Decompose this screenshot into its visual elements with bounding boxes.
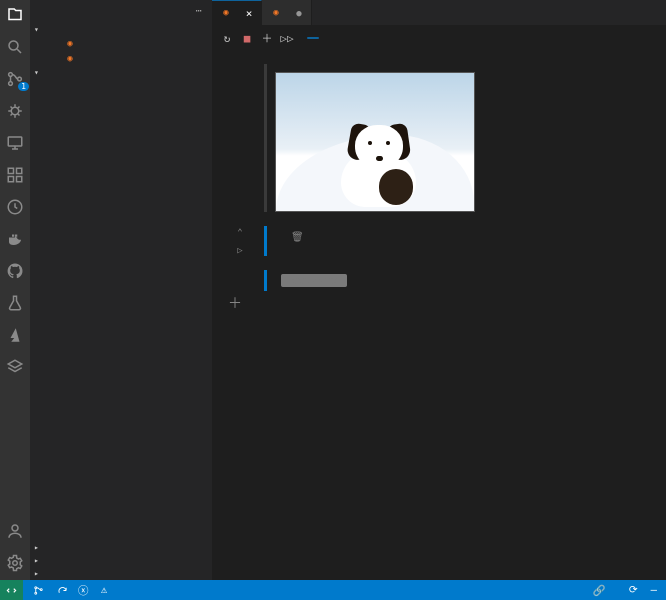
notebook-toolbar: ↻ ■ ＋ ▷▷ [212, 26, 666, 50]
collapse-icon[interactable]: ⌃ [237, 228, 242, 238]
output-json: xxxxxxx [275, 270, 658, 291]
git-branch-status[interactable] [33, 585, 47, 596]
source-control-icon[interactable] [6, 70, 24, 88]
remote-icon[interactable] [6, 134, 24, 152]
interrupt-icon[interactable]: ■ [240, 31, 254, 45]
workspace-header[interactable] [30, 66, 212, 79]
delete-cell-icon[interactable]: 🗑 [291, 232, 304, 243]
cell-action-bar: 🗑 [275, 232, 658, 243]
mysql-header[interactable] [30, 554, 212, 567]
code-cell [220, 64, 658, 212]
add-cell-icon[interactable]: ＋ [260, 31, 274, 45]
more-icon[interactable]: ⋯ [196, 6, 202, 17]
search-icon[interactable] [6, 38, 24, 56]
notebook-icon: ◉ [220, 7, 232, 19]
account-icon[interactable] [6, 522, 24, 540]
editor-area: ◉ × ◉ ↻ ■ ＋ ▷▷ [212, 0, 666, 580]
open-editor-item[interactable]: ◉ [36, 36, 212, 51]
cell-indicator [264, 64, 267, 212]
capture-word-status[interactable]: – [651, 584, 660, 596]
remote-indicator[interactable] [0, 580, 23, 600]
cell-gutter [220, 64, 260, 212]
explorer-icon[interactable] [6, 6, 24, 24]
ext2-icon[interactable] [6, 358, 24, 376]
debug-icon[interactable] [6, 102, 24, 120]
gear-icon[interactable] [6, 554, 24, 572]
run-cell-icon[interactable]: ▷ [237, 246, 242, 256]
output-image [275, 72, 475, 212]
github-icon[interactable] [6, 262, 24, 280]
activity-bar [0, 0, 30, 580]
output-cell: xxxxxxx [220, 270, 658, 291]
docker-icon[interactable] [6, 230, 24, 248]
problems-status[interactable]: ⓧ ⚠ [78, 583, 110, 598]
azure-hub-header[interactable] [30, 567, 212, 580]
sidebar-title: ⋯ [30, 0, 212, 23]
timeline-icon[interactable] [6, 198, 24, 216]
cell-indicator [264, 226, 267, 256]
editor-tabs: ◉ × ◉ [212, 0, 666, 26]
notebook-icon: ◉ [64, 53, 76, 65]
outline-header[interactable] [30, 541, 212, 554]
notebook-icon: ◉ [64, 38, 76, 50]
add-cell-button[interactable]: ＋ [220, 291, 250, 315]
run-all-icon[interactable]: ▷▷ [280, 31, 294, 45]
save-as-python-button[interactable] [307, 37, 319, 39]
status-bar: ⓧ ⚠ 🔗 ⟳ – [0, 580, 666, 600]
open-editors-header[interactable] [30, 23, 212, 36]
sync-status[interactable] [57, 585, 68, 596]
extensions-icon[interactable] [6, 166, 24, 184]
test-beaker-icon[interactable] [6, 294, 24, 312]
executing-status[interactable]: ⟳ [629, 584, 641, 596]
explorer-sidebar: ⋯ ◉ ◉ [30, 0, 212, 580]
tab-webservice[interactable]: ◉ × [212, 0, 262, 25]
dirty-indicator [293, 6, 305, 19]
azure-icon[interactable] [6, 326, 24, 344]
open-editors-list: ◉ ◉ [30, 36, 212, 66]
live-share-status[interactable]: 🔗 [593, 584, 609, 597]
notebook-icon: ◉ [270, 7, 282, 19]
cell-indicator [264, 270, 267, 291]
notebook-scroll[interactable]: ⌃ ▷ 🗑 [212, 50, 666, 580]
redacted-value: xxxxxxx [281, 274, 347, 287]
tab-dogbreed[interactable]: ◉ [262, 0, 312, 25]
restart-kernel-icon[interactable]: ↻ [220, 31, 234, 45]
open-editor-item[interactable]: ◉ [36, 51, 212, 66]
close-tab-icon[interactable]: × [243, 7, 255, 20]
cell-gutter: ⌃ ▷ [220, 226, 260, 256]
code-cell: ⌃ ▷ 🗑 [220, 226, 658, 256]
